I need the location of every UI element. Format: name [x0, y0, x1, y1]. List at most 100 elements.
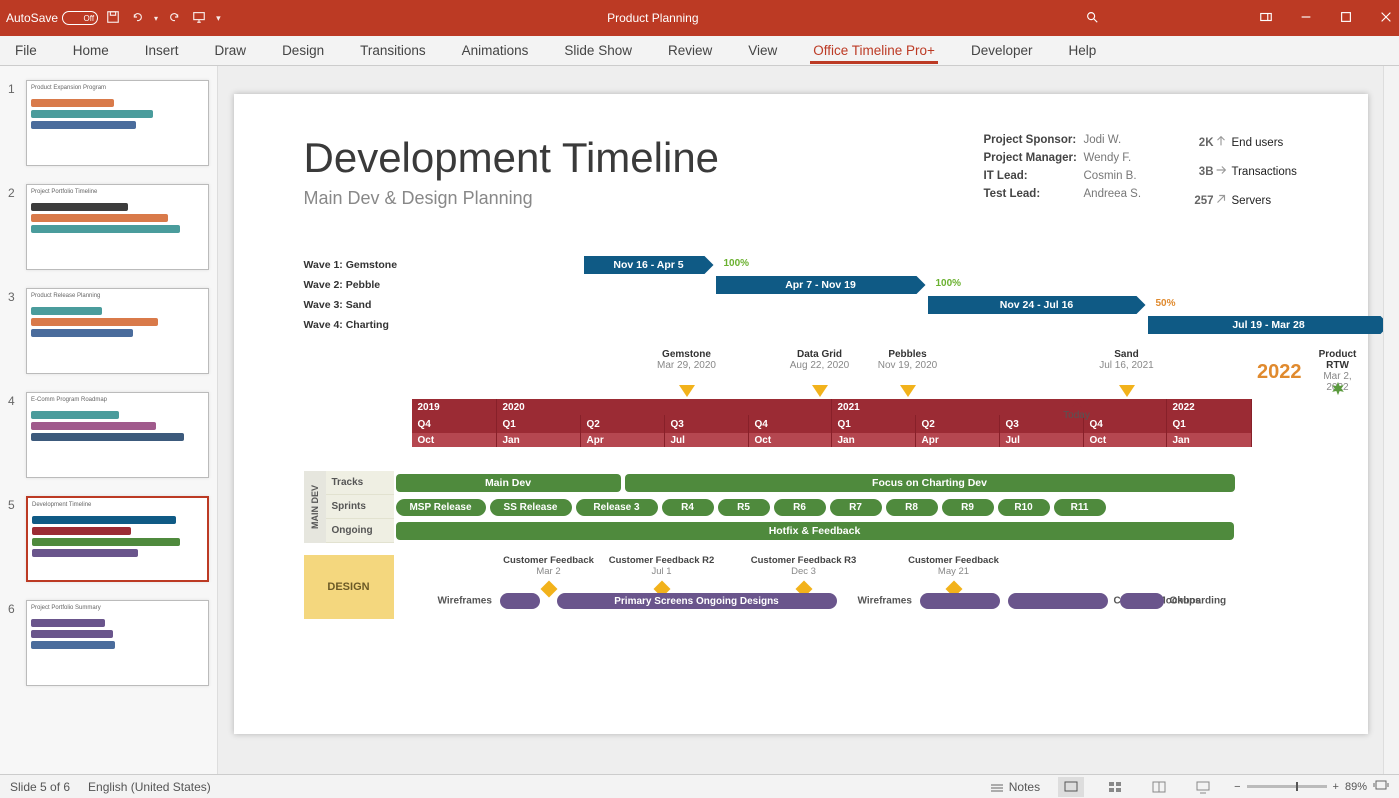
design-bar: [500, 593, 540, 609]
redo-icon[interactable]: [168, 10, 182, 27]
tab-help[interactable]: Help: [1066, 38, 1100, 63]
slide-thumbnail-pane[interactable]: 1Product Expansion Program2Project Portf…: [0, 66, 218, 774]
vertical-scrollbar[interactable]: [1383, 66, 1399, 774]
sprint-pill: R7: [830, 499, 882, 516]
wave-label: Wave 3: Sand: [304, 299, 434, 311]
wave-bar: Apr 7 - Nov 19: [716, 276, 926, 294]
meta-value: Wendy F.: [1084, 152, 1154, 164]
view-sorter-icon[interactable]: [1102, 777, 1128, 797]
swim-row-label: Tracks: [326, 471, 394, 495]
fit-icon[interactable]: [1373, 777, 1389, 796]
meta-label: Project Sponsor:: [984, 134, 1084, 146]
design-bar: [1120, 593, 1164, 609]
milestone: SandJul 16, 2021: [1099, 349, 1154, 371]
design-swimlane[interactable]: DESIGN Customer FeedbackMar 2 Customer F…: [304, 555, 1312, 619]
search-icon[interactable]: [1085, 10, 1099, 27]
tab-file[interactable]: File: [12, 38, 40, 63]
timeline-section[interactable]: GemstoneMar 29, 2020 Data GridAug 22, 20…: [412, 349, 1252, 447]
timeline-cell: Oct: [412, 433, 497, 447]
slide-canvas-wrap[interactable]: Development Timeline Main Dev & Design P…: [218, 66, 1383, 774]
thumb-number: 4: [8, 392, 26, 408]
customer-feedback: Customer FeedbackMay 21: [908, 555, 999, 577]
slide-title[interactable]: Development Timeline: [304, 134, 720, 182]
tab-home[interactable]: Home: [70, 38, 112, 63]
slide-thumbnail[interactable]: E-Comm Program Roadmap: [26, 392, 209, 478]
zoom-value[interactable]: 89%: [1345, 781, 1367, 793]
meta-label: Test Lead:: [984, 188, 1084, 200]
save-icon[interactable]: [106, 10, 120, 27]
stat-number: 3B: [1184, 166, 1214, 178]
thumb-number: 3: [8, 288, 26, 304]
design-bar: [920, 593, 1000, 609]
tab-design[interactable]: Design: [279, 38, 327, 63]
tab-review[interactable]: Review: [665, 38, 715, 63]
swim-row: MSP ReleaseSS ReleaseRelease 3R4R5R6R7R8…: [394, 495, 1312, 519]
waves-section[interactable]: Wave 1: Gemstone Nov 16 - Apr 5 100% Wav…: [304, 255, 1312, 335]
meta-label: Project Manager:: [984, 152, 1084, 164]
close-icon[interactable]: [1379, 10, 1393, 27]
tab-view[interactable]: View: [745, 38, 780, 63]
timeline-cell: Apr: [916, 433, 1000, 447]
present-icon[interactable]: [192, 10, 206, 27]
wave-label: Wave 2: Pebble: [304, 279, 434, 291]
slide-subtitle[interactable]: Main Dev & Design Planning: [304, 188, 720, 209]
slide-thumbnail[interactable]: Product Expansion Program: [26, 80, 209, 166]
tab-animations[interactable]: Animations: [459, 38, 532, 63]
wave-row: Wave 1: Gemstone Nov 16 - Apr 5 100%: [304, 255, 1312, 275]
ribbon-display-icon[interactable]: [1259, 10, 1273, 27]
view-normal-icon[interactable]: [1058, 777, 1084, 797]
zoom-slider[interactable]: [1247, 785, 1327, 788]
wave-row: Wave 2: Pebble Apr 7 - Nov 19 100%: [304, 275, 1312, 295]
timeline-cell: Q1: [497, 415, 581, 433]
autosave-switch[interactable]: Off: [62, 11, 98, 25]
swim-row-label: Ongoing: [326, 519, 394, 543]
design-bar-label: Onboarding: [1170, 596, 1227, 607]
quick-access-toolbar: ▾ ▾: [106, 10, 221, 27]
milestone-marker-icon: [1119, 385, 1135, 397]
undo-dropdown-icon[interactable]: ▾: [154, 14, 158, 23]
qat-more-icon[interactable]: ▾: [216, 13, 221, 24]
slide-thumbnail[interactable]: Project Portfolio Summary: [26, 600, 209, 686]
arrow-icon: [1214, 163, 1232, 180]
swim-bar: Hotfix & Feedback: [396, 522, 1234, 540]
project-meta[interactable]: Project Sponsor: Jodi W.Project Manager:…: [984, 134, 1154, 200]
tab-transitions[interactable]: Transitions: [357, 38, 429, 63]
zoom-out[interactable]: −: [1234, 781, 1240, 793]
autosave-toggle[interactable]: AutoSave Off: [6, 11, 98, 25]
slide-thumbnail[interactable]: Project Portfolio Timeline: [26, 184, 209, 270]
customer-feedback: Customer Feedback R2Jul 1: [609, 555, 715, 577]
tab-office-timeline-pro-[interactable]: Office Timeline Pro+: [810, 38, 938, 64]
timeline-cell: 2022: [1167, 399, 1252, 415]
project-stats[interactable]: 2K End users3B Transactions257 Servers: [1184, 134, 1312, 209]
view-reading-icon[interactable]: [1146, 777, 1172, 797]
wave-bar: Nov 16 - Apr 5: [584, 256, 714, 274]
meta-value: Cosmin B.: [1084, 170, 1154, 182]
milestone: Data GridAug 22, 2020: [790, 349, 850, 371]
thumb-number: 2: [8, 184, 26, 200]
wave-row: Wave 4: Charting Jul 19 - Mar 28 0%: [304, 315, 1312, 335]
workspace: 1Product Expansion Program2Project Portf…: [0, 66, 1399, 774]
year-accent: 2022: [1257, 361, 1302, 384]
tab-slide-show[interactable]: Slide Show: [561, 38, 635, 63]
tab-draw[interactable]: Draw: [212, 38, 250, 63]
tab-insert[interactable]: Insert: [142, 38, 182, 63]
slide-position[interactable]: Slide 5 of 6: [10, 780, 70, 794]
thumb-number: 5: [8, 496, 26, 512]
slide-thumbnail[interactable]: Product Release Planning: [26, 288, 209, 374]
slide-thumbnail[interactable]: Development Timeline: [26, 496, 209, 582]
maindev-swimlane[interactable]: MAIN DEV TracksSprintsOngoing Main DevFo…: [304, 471, 1312, 543]
tab-developer[interactable]: Developer: [968, 38, 1036, 63]
undo-icon[interactable]: [130, 10, 144, 27]
minimize-icon[interactable]: [1299, 10, 1313, 27]
maximize-icon[interactable]: [1339, 10, 1353, 27]
view-slideshow-icon[interactable]: [1190, 777, 1216, 797]
zoom-control[interactable]: − + 89%: [1234, 777, 1389, 796]
notes-button[interactable]: Notes: [989, 779, 1040, 795]
slide-canvas[interactable]: Development Timeline Main Dev & Design P…: [234, 94, 1368, 734]
wave-label: Wave 4: Charting: [304, 319, 434, 331]
swim-row: Main DevFocus on Charting Dev: [394, 471, 1312, 495]
timeline-cell: Jul: [665, 433, 749, 447]
zoom-in[interactable]: +: [1333, 781, 1339, 793]
language[interactable]: English (United States): [88, 780, 211, 794]
timeline-cell: Apr: [581, 433, 665, 447]
